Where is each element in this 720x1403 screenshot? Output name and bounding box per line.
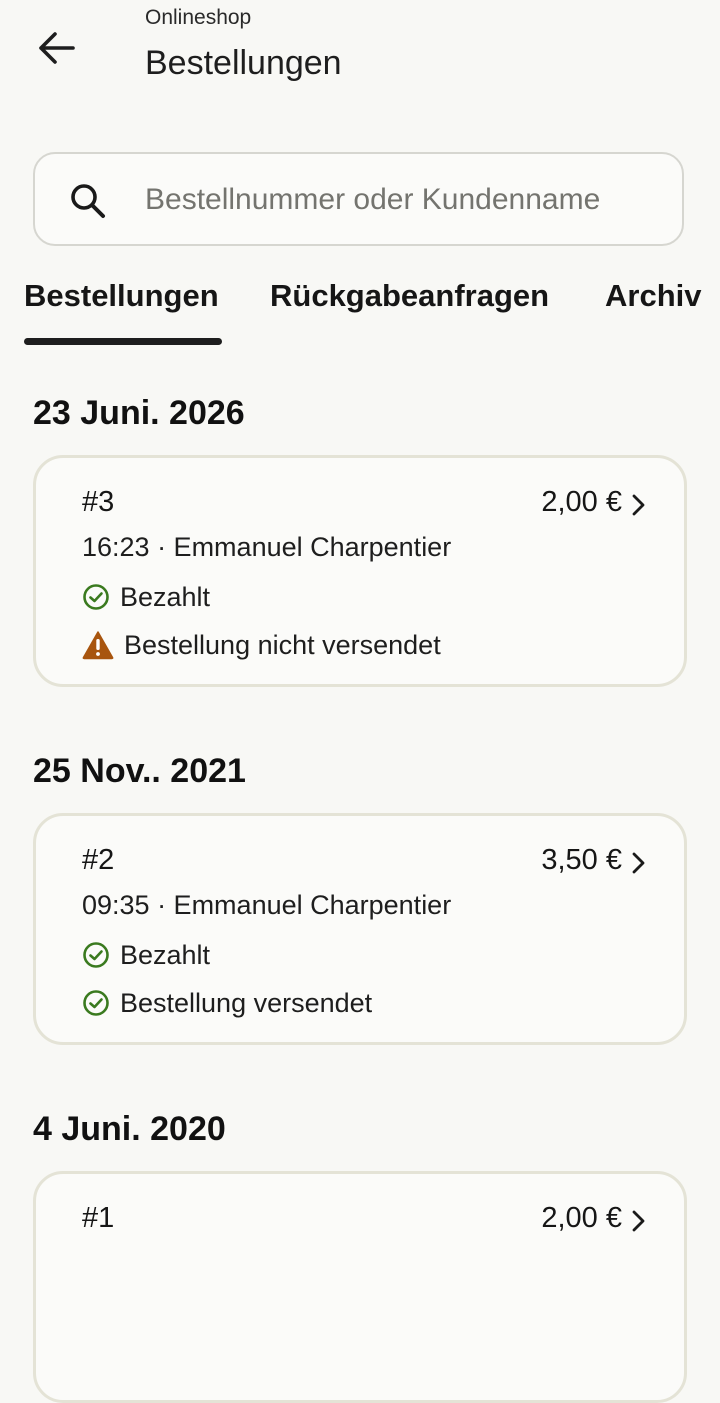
search-icon bbox=[71, 184, 105, 218]
tab-rueckgabeanfragen[interactable]: Rückgabeanfragen bbox=[270, 278, 549, 314]
tab-archiv[interactable]: Archiv bbox=[605, 278, 701, 314]
warning-icon bbox=[82, 631, 114, 660]
check-circle-icon bbox=[83, 942, 109, 968]
chevron-right-icon bbox=[632, 494, 645, 516]
date-heading: 23 Juni. 2026 bbox=[33, 394, 245, 432]
search-input[interactable] bbox=[145, 174, 665, 226]
order-card[interactable]: #3 2,00 € 16:23 · Emmanuel Charpentier B… bbox=[33, 455, 687, 687]
order-card[interactable]: #1 2,00 € bbox=[33, 1171, 687, 1403]
order-number: #3 bbox=[82, 486, 115, 518]
arrow-left-icon bbox=[39, 32, 75, 64]
active-tab-indicator bbox=[24, 338, 222, 345]
tab-bestellungen[interactable]: Bestellungen bbox=[24, 278, 219, 314]
status-label: Bestellung versendet bbox=[120, 987, 373, 1018]
order-card[interactable]: #2 3,50 € 09:35 · Emmanuel Charpentier B… bbox=[33, 813, 687, 1045]
order-meta: 09:35 · Emmanuel Charpentier bbox=[82, 890, 452, 920]
status-label: Bezahlt bbox=[120, 581, 211, 612]
page-title: Bestellungen bbox=[145, 44, 342, 82]
app-header: Onlineshop Bestellungen bbox=[0, 0, 720, 120]
order-number: #1 bbox=[82, 1202, 115, 1234]
payment-status: Bezahlt bbox=[82, 938, 210, 972]
order-meta: 16:23 · Emmanuel Charpentier bbox=[82, 532, 452, 562]
order-number: #2 bbox=[82, 844, 115, 876]
status-label: Bezahlt bbox=[120, 939, 211, 970]
back-button[interactable] bbox=[28, 22, 84, 74]
shipping-status: Bestellung nicht versendet bbox=[82, 628, 441, 662]
payment-status: Bezahlt bbox=[82, 580, 210, 614]
header-subtitle: Onlineshop bbox=[145, 6, 252, 29]
check-circle-icon bbox=[83, 990, 109, 1016]
search-bar[interactable] bbox=[33, 152, 684, 246]
status-label: Bestellung nicht versendet bbox=[124, 629, 441, 660]
order-price: 3,50 € bbox=[541, 844, 622, 876]
order-price: 2,00 € bbox=[541, 486, 622, 518]
check-circle-icon bbox=[83, 584, 109, 610]
chevron-right-icon bbox=[632, 852, 645, 874]
order-price: 2,00 € bbox=[541, 1202, 622, 1234]
date-heading: 4 Juni. 2020 bbox=[33, 1110, 226, 1148]
chevron-right-icon bbox=[632, 1210, 645, 1232]
shipping-status: Bestellung versendet bbox=[82, 986, 372, 1020]
date-heading: 25 Nov.. 2021 bbox=[33, 752, 246, 790]
